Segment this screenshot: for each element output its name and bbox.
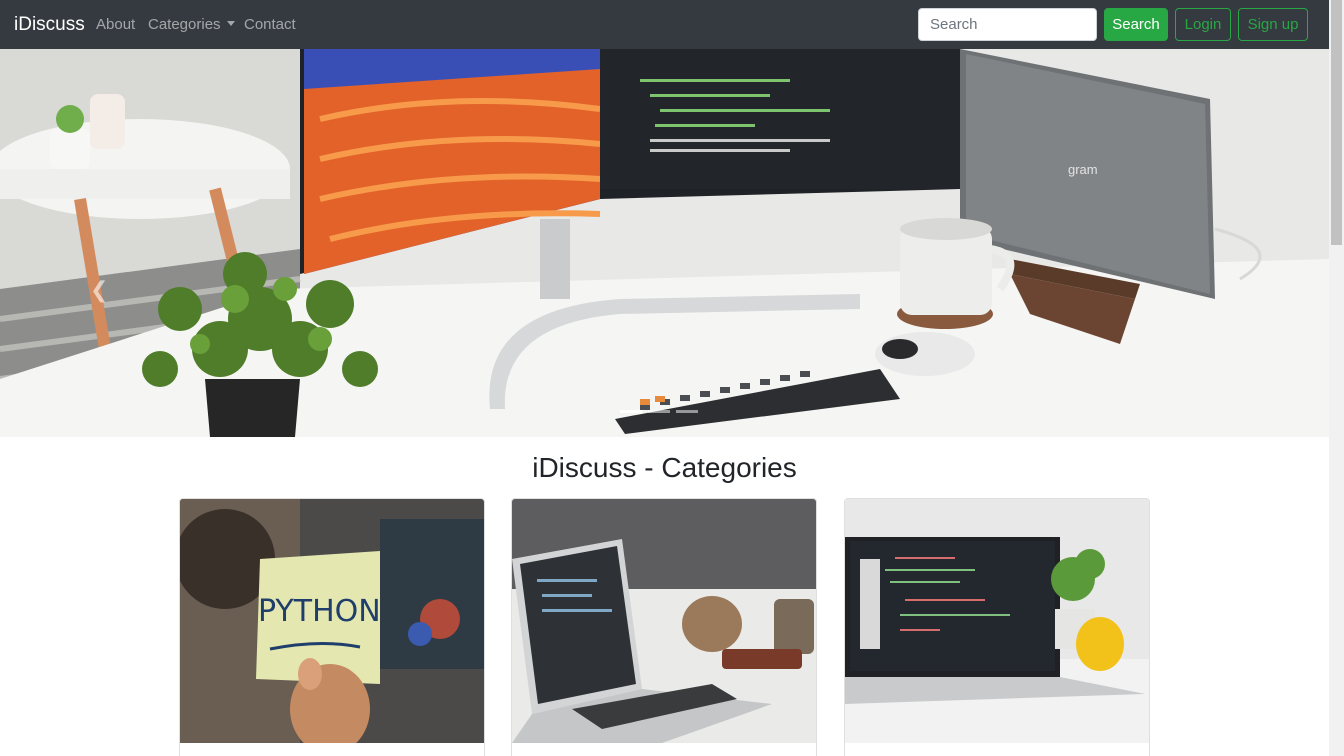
categories-heading: iDiscuss - Categories <box>532 452 797 483</box>
scrollbar-thumb[interactable] <box>1331 0 1342 245</box>
signup-button[interactable]: Sign up <box>1238 8 1308 41</box>
carousel-indicators <box>620 410 698 413</box>
hero-carousel: gram ❮ <box>0 49 1329 437</box>
carousel-indicator-2[interactable] <box>648 410 670 413</box>
carousel-indicator-3[interactable] <box>676 410 698 413</box>
brand-logo[interactable]: iDiscuss <box>14 14 85 36</box>
nav-categories-label: Categories <box>148 16 221 33</box>
carousel-indicator-1[interactable] <box>620 410 642 413</box>
category-card-3[interactable] <box>844 498 1150 756</box>
carousel-prev-icon[interactable]: ❮ <box>90 277 108 303</box>
nav-contact[interactable]: Contact <box>244 16 296 34</box>
search-input[interactable] <box>918 8 1097 41</box>
nav-about[interactable]: About <box>96 16 135 34</box>
code-laptop-card-image <box>845 499 1149 743</box>
nav-categories-dropdown[interactable]: Categories <box>148 16 235 34</box>
svg-text:gram: gram <box>1068 162 1098 177</box>
chevron-down-icon <box>226 21 235 26</box>
category-card-2[interactable] <box>511 498 817 756</box>
carousel-slide-image: gram <box>0 49 1329 437</box>
python-note-text: PYTHON <box>258 594 381 629</box>
navbar: iDiscuss About Categories Contact Search… <box>0 0 1329 49</box>
search-button[interactable]: Search <box>1104 8 1168 41</box>
laptop-card-image <box>512 499 816 743</box>
python-card-image: PYTHON <box>180 499 484 743</box>
category-card-python[interactable]: PYTHON <box>179 498 485 756</box>
login-button[interactable]: Login <box>1175 8 1231 41</box>
